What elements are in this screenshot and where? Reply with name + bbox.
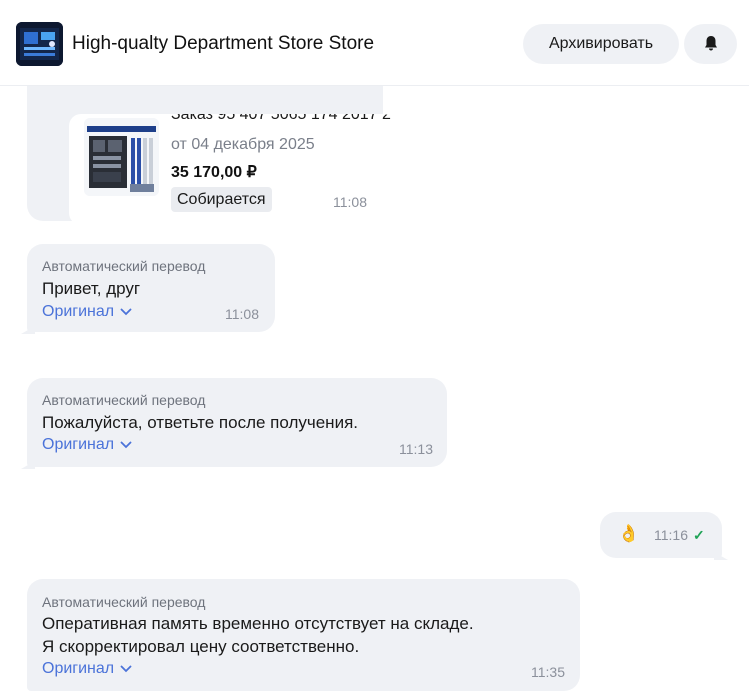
message-time: 11:08 [333, 194, 367, 210]
message-text: Привет, друг [42, 277, 140, 300]
message-time: 11:16 [654, 527, 688, 543]
message-line: Оперативная память временно отсутствует … [42, 614, 474, 633]
shop-name[interactable]: High-qualty Department Store Store [72, 33, 374, 55]
auto-translation-label: Автоматический перевод [42, 392, 206, 408]
message-line: Пожалуйста, ответьте после получения. [42, 413, 358, 432]
chevron-down-icon [120, 436, 132, 454]
original-label: Оригинал [42, 303, 115, 320]
incoming-message: Автоматический перевод Пожалуйста, ответ… [27, 378, 447, 467]
chat-header: High-qualty Department Store Store Архив… [0, 0, 749, 86]
incoming-message: Автоматический перевод Привет, друг Ориг… [27, 244, 275, 332]
message-time: 11:35 [531, 664, 565, 680]
shop-avatar[interactable] [16, 22, 63, 66]
order-date: от 04 декабря 2025 [171, 136, 315, 153]
message-text: Оперативная память временно отсутствует … [42, 612, 474, 658]
bell-icon [702, 34, 720, 55]
product-image [84, 118, 159, 196]
order-status-badge: Собирается [171, 187, 272, 212]
incoming-message: Автоматический перевод Оперативная памят… [27, 579, 580, 691]
auto-translation-label: Автоматический перевод [42, 594, 206, 610]
original-label: Оригинал [42, 660, 115, 677]
ok-hand-emoji: 👌 [618, 524, 640, 543]
order-number: Заказ 95 407 5065 174 2017 2 [171, 114, 391, 123]
outgoing-message: 👌 11:16 ✓ [600, 512, 722, 558]
archive-button[interactable]: Архивировать [523, 24, 679, 64]
chevron-down-icon [120, 303, 132, 321]
notifications-button[interactable] [684, 24, 737, 64]
chat-area: Заказ 95 407 5065 174 2017 2 от 04 декаб… [0, 0, 749, 699]
message-time: 11:08 [225, 306, 259, 322]
original-label: Оригинал [42, 436, 115, 453]
original-toggle[interactable]: Оригинал [42, 436, 132, 454]
message-line: Привет, друг [42, 279, 141, 298]
order-price: 35 170,00 ₽ [171, 164, 257, 181]
original-toggle[interactable]: Оригинал [42, 660, 132, 678]
message-text: Пожалуйста, ответьте после получения. [42, 411, 358, 434]
message-line: Я скорректировал цену соответственно. [42, 637, 360, 656]
read-check-icon: ✓ [693, 527, 705, 543]
message-time: 11:13 [399, 441, 433, 457]
original-toggle[interactable]: Оригинал [42, 303, 132, 321]
auto-translation-label: Автоматический перевод [42, 258, 206, 274]
chevron-down-icon [120, 660, 132, 678]
